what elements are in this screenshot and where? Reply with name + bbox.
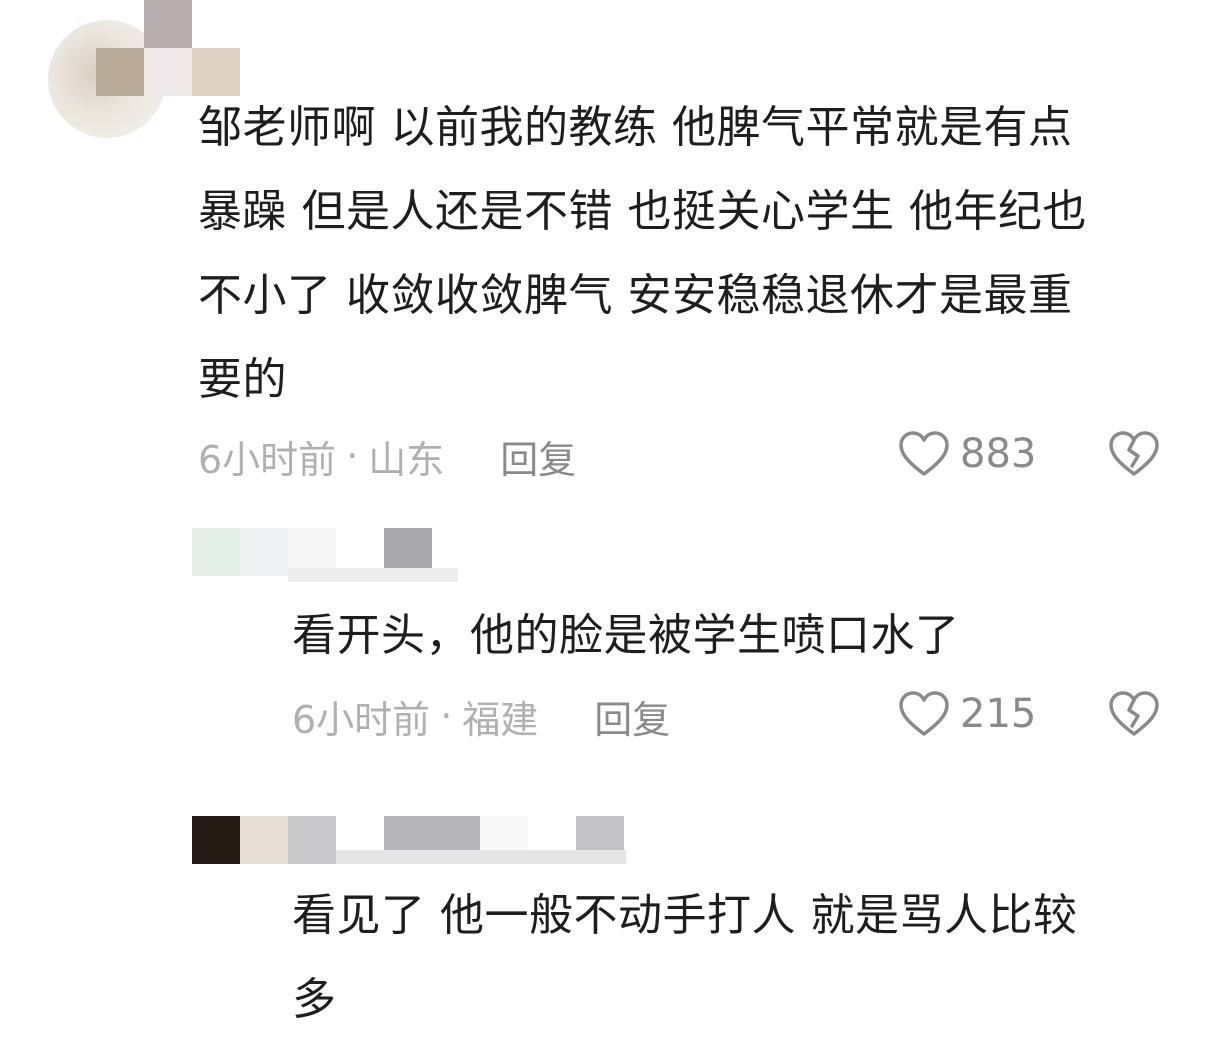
like-button[interactable]: 215 bbox=[898, 690, 1036, 738]
comment-location: 山东 bbox=[368, 437, 445, 482]
comment-text: 邹老师啊 以前我的教练 他脾气平常就是有点 暴躁 但是人还是不错 也挺关心学生 … bbox=[198, 102, 1087, 405]
comment-text: 看见了 他一般不动手打人 就是骂人比较 多 bbox=[292, 890, 1078, 1025]
broken-heart-icon bbox=[1109, 431, 1159, 476]
reply-button[interactable]: 回复 bbox=[594, 689, 670, 744]
comment-time: 6小时前 bbox=[292, 697, 431, 742]
reply-button[interactable]: 回复 bbox=[500, 429, 576, 484]
reply-username-redacted[interactable] bbox=[192, 816, 632, 866]
comment-text: 看开头，他的脸是被学生喷口水了 bbox=[292, 610, 960, 661]
like-count: 883 bbox=[960, 431, 1037, 477]
heart-outline-icon bbox=[899, 691, 949, 736]
username-redacted[interactable] bbox=[48, 0, 240, 100]
meta-separator: · bbox=[440, 694, 453, 738]
dislike-button[interactable] bbox=[1108, 430, 1160, 482]
heart-outline-icon bbox=[899, 431, 949, 476]
comment-location: 福建 bbox=[462, 697, 539, 742]
like-count: 215 bbox=[960, 691, 1037, 737]
comment-meta: 6小时前 · 山东 回复 bbox=[198, 432, 576, 482]
dislike-button[interactable] bbox=[1108, 690, 1160, 742]
like-button[interactable]: 883 bbox=[898, 430, 1036, 478]
comment-time: 6小时前 bbox=[198, 437, 337, 482]
meta-separator: · bbox=[346, 434, 359, 478]
broken-heart-icon bbox=[1109, 691, 1159, 736]
reply-username-redacted[interactable] bbox=[192, 528, 492, 584]
comment-meta: 6小时前 · 福建 回复 bbox=[292, 692, 670, 742]
